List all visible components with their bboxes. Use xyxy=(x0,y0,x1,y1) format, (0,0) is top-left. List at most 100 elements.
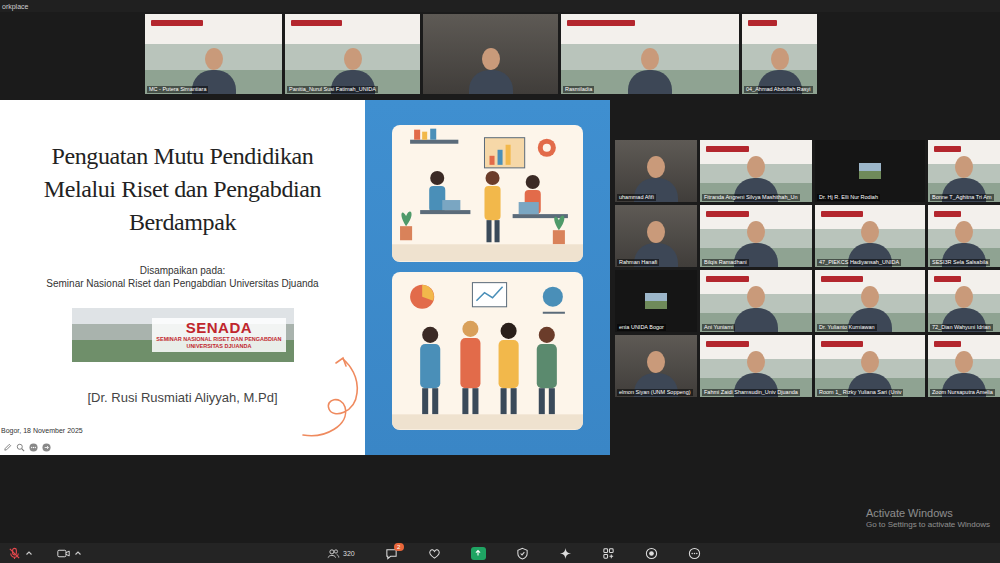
slide-title-line: Penguatan Mutu Pendidikan xyxy=(52,140,314,173)
illustration-card xyxy=(392,272,583,430)
speaker-strip: MC - Putera Simantiara Panitia_Nurul Susi… xyxy=(0,14,1000,94)
participant-name: uhammad Afifi xyxy=(617,194,656,201)
participant-name: SESI3R Sela Salsabila xyxy=(930,259,990,266)
participant-name: Fitranda Angreni Silvya Mashithah_Un xyxy=(702,194,800,201)
logo-subtitle: UNIVERSITAS DJUANDA xyxy=(186,343,251,350)
participant-name: 72_Dian Wahyuni Idrian xyxy=(930,324,993,331)
participant-tile[interactable]: Bonne T_Aghitna Tri Am xyxy=(928,140,1000,202)
participant-tile[interactable]: Fahmi Zaidi Shamsudin_Univ Djuanda xyxy=(700,335,812,397)
slide-text-panel: Penguatan Mutu PendidikanMelalui Riset d… xyxy=(0,100,365,455)
speaker-tile[interactable]: 04_Ahmad Abdullah Rasyi xyxy=(742,14,817,94)
presenter-name: [Dr. Rusi Rusmiati Aliyyah, M.Pd] xyxy=(88,390,278,406)
participant-tile[interactable]: Dr. Hj R. Elli Nur Rodiah xyxy=(815,140,925,202)
muted-mic-icon[interactable] xyxy=(8,547,21,560)
participant-tile[interactable]: Zoom Nursaputra Amelia xyxy=(928,335,1000,397)
caret-up-icon[interactable] xyxy=(25,549,33,557)
virtual-background-band xyxy=(706,276,749,282)
watermark-title: Activate Windows xyxy=(866,507,990,520)
speaker-tile[interactable]: MC - Putera Simantiara xyxy=(145,14,282,94)
person-head xyxy=(482,48,500,70)
person-head xyxy=(955,286,973,308)
reactions-heart-icon[interactable] xyxy=(428,547,441,560)
person-head xyxy=(955,156,973,178)
participant-tile[interactable]: Rahman Hanafi xyxy=(615,205,697,267)
browser-tab-strip: orkplace xyxy=(0,0,1000,12)
participants-icon xyxy=(327,547,340,560)
participant-tile[interactable]: 47_PIEKCS Hadiyansah_UNIDA xyxy=(815,205,925,267)
virtual-background-band xyxy=(821,211,863,217)
person-head xyxy=(747,286,765,308)
participant-tile[interactable]: SESI3R Sela Salsabila xyxy=(928,205,1000,267)
slide-illustration-panel xyxy=(365,100,610,455)
person-body xyxy=(628,70,672,94)
person-head xyxy=(747,351,765,373)
person-head xyxy=(647,156,665,178)
participant-name: Bilqis Ramadhani xyxy=(702,259,749,266)
speaker-tile[interactable]: Panitia_Nurul Susi Fatimah_UNIDA xyxy=(285,14,420,94)
participant-tile[interactable]: Dr. Yulianto Kurniawan xyxy=(815,270,925,332)
virtual-background-band xyxy=(934,146,961,152)
participant-name: Panitia_Nurul Susi Fatimah_UNIDA xyxy=(287,86,378,93)
participant-name: Rasmiladia xyxy=(563,86,594,93)
participant-tile[interactable]: uhammad Afifi xyxy=(615,140,697,202)
participant-name: Room 1_ Rizky Yuliana Sari (Univ xyxy=(817,389,903,396)
options-icon[interactable] xyxy=(29,443,38,452)
shared-slide: Penguatan Mutu PendidikanMelalui Riset d… xyxy=(0,100,610,455)
senada-logo: SENADASEMINAR NASIONAL RISET DAN PENGABD… xyxy=(72,308,294,362)
participant-tile[interactable]: elmon Siyan (UNM Soppeng) xyxy=(615,335,697,397)
speaker-tile[interactable]: Rasmiladia xyxy=(561,14,739,94)
participant-name: Bonne T_Aghitna Tri Am xyxy=(930,194,994,201)
virtual-background-band xyxy=(821,276,863,282)
participant-name: Dr. Yulianto Kurniawan xyxy=(817,324,877,331)
meeting-toolbar: 320 2 xyxy=(0,543,1000,563)
person-body xyxy=(469,70,513,94)
zoom-window: orkplace MC - Putera Simantiara Panitia_Nu… xyxy=(0,0,1000,563)
participant-tile[interactable]: Ani Yuniarni xyxy=(700,270,812,332)
speaker-tile[interactable] xyxy=(423,14,558,94)
person-body xyxy=(734,308,778,332)
virtual-background-band xyxy=(706,341,749,347)
person-head xyxy=(861,351,879,373)
participant-name: Dr. Hj R. Elli Nur Rodiah xyxy=(817,194,880,201)
participant-gallery: uhammad Afifi Fitranda Angreni Silvya Mas… xyxy=(615,140,1000,543)
collaboration-illustration xyxy=(392,272,583,430)
person-head xyxy=(861,286,879,308)
more-icon[interactable] xyxy=(688,547,701,560)
person-head xyxy=(955,351,973,373)
magnifier-icon[interactable] xyxy=(16,443,25,452)
meeting-area: Penguatan Mutu PendidikanMelalui Riset d… xyxy=(0,100,1000,543)
ai-sparkle-icon[interactable] xyxy=(559,547,572,560)
chat-button[interactable]: 2 xyxy=(385,547,398,560)
security-shield-icon[interactable] xyxy=(516,547,529,560)
participants-button[interactable]: 320 xyxy=(327,547,355,560)
watermark-subtitle: Go to Settings to activate Windows xyxy=(866,520,990,530)
pencil-icon[interactable] xyxy=(3,443,12,452)
record-icon[interactable] xyxy=(645,547,658,560)
browser-tab[interactable]: orkplace xyxy=(2,3,28,10)
slide-title-line: Berdampak xyxy=(129,206,236,239)
participant-name: Fahmi Zaidi Shamsudin_Univ Djuanda xyxy=(702,389,800,396)
participant-name: Zoom Nursaputra Amelia xyxy=(930,389,995,396)
participant-tile[interactable]: 72_Dian Wahyuni Idrian xyxy=(928,270,1000,332)
participant-tile[interactable]: Room 1_ Rizky Yuliana Sari (Univ xyxy=(815,335,925,397)
participant-tile[interactable]: Fitranda Angreni Silvya Mashithah_Un xyxy=(700,140,812,202)
person-head xyxy=(641,48,659,70)
person-head xyxy=(647,221,665,243)
participant-name: MC - Putera Simantiara xyxy=(147,86,208,93)
participants-count: 320 xyxy=(343,550,355,557)
participant-name: elmon Siyan (UNM Soppeng) xyxy=(617,389,693,396)
participant-name: Rahman Hanafi xyxy=(617,259,659,266)
logo-subtitle: SEMINAR NASIONAL RISET DAN PENGABDIAN xyxy=(156,336,281,343)
share-screen-button[interactable] xyxy=(471,547,486,560)
apps-icon[interactable] xyxy=(602,547,615,560)
virtual-background-band xyxy=(291,20,342,26)
meeting-controls: 320 2 xyxy=(327,547,701,560)
video-camera-icon[interactable] xyxy=(57,547,70,560)
caret-up-icon[interactable] xyxy=(74,549,82,557)
av-controls xyxy=(8,547,82,560)
next-slide-icon[interactable] xyxy=(42,443,51,452)
participant-tile[interactable]: enia UNIDA Bogor xyxy=(615,270,697,332)
participant-tile[interactable]: Bilqis Ramadhani xyxy=(700,205,812,267)
virtual-background-band xyxy=(706,211,749,217)
slide-title-line: Melalui Riset dan Pengabdian xyxy=(44,173,321,206)
